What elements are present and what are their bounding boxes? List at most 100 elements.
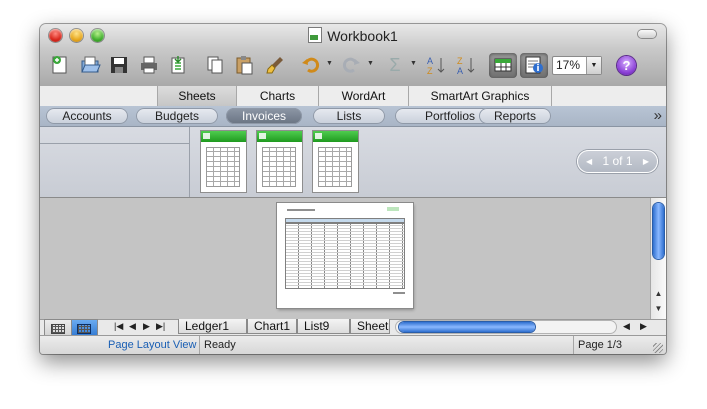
titlebar: Workbook1 ▼ ▼ Σ ▼ A Z Z A 17% ▼ ? xyxy=(40,24,666,87)
page-logo-mark xyxy=(387,207,399,211)
sheet-tab-chart1[interactable]: Chart1 xyxy=(247,319,297,334)
svg-text:Z: Z xyxy=(457,56,463,66)
next-sheet-arrow-icon[interactable]: ▶ xyxy=(143,321,150,332)
page-layout-view-icon xyxy=(77,324,91,334)
import-icon xyxy=(171,56,185,74)
undo-icon xyxy=(302,57,320,73)
redo-button[interactable] xyxy=(339,52,363,78)
sheet-tab-sheet1[interactable]: Sheet1 xyxy=(350,319,390,334)
page-preview[interactable] xyxy=(277,203,413,308)
brush-icon xyxy=(266,57,283,74)
toolbox-info-icon xyxy=(525,56,543,74)
gallery-category-bar: Accounts Budgets Invoices Lists Portfoli… xyxy=(40,106,666,127)
scroll-right-arrow-icon[interactable]: ▶ xyxy=(640,321,647,332)
paste-button[interactable] xyxy=(232,52,256,78)
new-document-icon xyxy=(52,56,67,74)
invoice-template-thumbnail[interactable] xyxy=(313,131,358,192)
page-indicator: Page 1/3 xyxy=(578,339,623,351)
excel-badge-icon xyxy=(201,131,246,142)
help-button[interactable]: ? xyxy=(617,56,636,75)
sheet-tab-list9[interactable]: List9 xyxy=(297,319,350,334)
ribbon-tab-bar: Sheets Charts WordArt SmartArt Graphics xyxy=(40,86,666,107)
import-button[interactable] xyxy=(166,52,190,78)
category-reports[interactable]: Reports xyxy=(479,108,551,124)
gallery-pager: ◀ 1 of 1 ▶ xyxy=(577,150,658,173)
spreadsheet-preview xyxy=(206,147,240,187)
excel-badge-icon xyxy=(257,131,302,142)
sort-ascending-icon: AZ xyxy=(427,56,445,76)
page-footer-mark xyxy=(393,292,405,294)
status-bar: Page Layout View Ready Page 1/3 xyxy=(40,335,666,354)
svg-text:A: A xyxy=(457,66,463,76)
window-title: Workbook1 xyxy=(40,27,666,44)
paste-clipboard-icon xyxy=(236,56,253,75)
printer-icon xyxy=(141,56,157,74)
autosum-button[interactable]: Σ xyxy=(383,52,407,78)
gallery-left-divider xyxy=(40,143,189,144)
save-icon xyxy=(111,57,127,73)
tab-smartart-graphics[interactable]: SmartArt Graphics xyxy=(409,86,552,106)
autosum-dropdown-icon[interactable]: ▼ xyxy=(410,60,418,67)
sheet-tab-ledger1[interactable]: Ledger1 (3) xyxy=(178,319,247,348)
pager-next-icon[interactable]: ▶ xyxy=(643,150,649,173)
page-table-grid xyxy=(285,223,405,289)
gallery-left-panel xyxy=(40,127,190,197)
svg-text:Z: Z xyxy=(427,66,433,76)
toolbox-button[interactable] xyxy=(522,52,546,78)
tab-charts[interactable]: Charts xyxy=(237,86,319,106)
spreadsheet-preview xyxy=(262,147,296,187)
view-mode-label: Page Layout View xyxy=(104,336,200,354)
last-sheet-arrow-icon[interactable]: ▶| xyxy=(156,321,165,332)
format-painter-button[interactable] xyxy=(263,52,287,78)
open-folder-icon xyxy=(81,56,101,73)
pager-previous-icon[interactable]: ◀ xyxy=(586,150,592,173)
excel-badge-icon xyxy=(313,131,358,142)
gallery-icon xyxy=(494,58,512,72)
redo-dropdown-icon[interactable]: ▼ xyxy=(367,60,375,67)
scroll-up-arrow-icon[interactable]: ▲ xyxy=(651,289,666,298)
vertical-scroll-thumb[interactable] xyxy=(653,203,664,259)
horizontal-scrollbar[interactable] xyxy=(395,320,617,334)
normal-view-icon xyxy=(51,324,65,334)
more-categories-chevron-icon[interactable]: » xyxy=(654,107,662,124)
undo-button[interactable] xyxy=(299,52,323,78)
gallery-toggle-button[interactable] xyxy=(491,52,515,78)
save-button[interactable] xyxy=(107,52,131,78)
vertical-scrollbar[interactable]: ▲ ▼ xyxy=(650,198,666,319)
zoom-select[interactable]: 17% ▼ xyxy=(552,56,602,75)
sort-ascending-button[interactable]: AZ xyxy=(424,52,448,78)
copy-icon xyxy=(207,56,223,74)
toolbar-toggle-button[interactable] xyxy=(638,30,656,38)
category-budgets[interactable]: Budgets xyxy=(136,108,218,124)
category-accounts[interactable]: Accounts xyxy=(46,108,128,124)
print-button[interactable] xyxy=(137,52,161,78)
copy-button[interactable] xyxy=(203,52,227,78)
category-invoices[interactable]: Invoices xyxy=(226,108,302,124)
invoice-template-thumbnail[interactable] xyxy=(201,131,246,192)
sigma-icon: Σ xyxy=(389,54,401,75)
horizontal-scroll-thumb[interactable] xyxy=(399,322,535,332)
tab-wordart[interactable]: WordArt xyxy=(319,86,409,106)
excel-window: Workbook1 ▼ ▼ Σ ▼ A Z Z A 17% ▼ ? Sheets… xyxy=(40,24,666,354)
sort-descending-button[interactable]: ZA xyxy=(454,52,478,78)
first-sheet-arrow-icon[interactable]: |◀ xyxy=(114,321,123,332)
page-title-mark xyxy=(287,209,315,211)
invoice-template-thumbnail[interactable] xyxy=(257,131,302,192)
sort-descending-icon: ZA xyxy=(457,56,475,76)
template-gallery: ◀ 1 of 1 ▶ xyxy=(40,127,666,198)
tab-sheets[interactable]: Sheets xyxy=(157,86,237,106)
workbook-icon xyxy=(308,27,323,43)
previous-sheet-arrow-icon[interactable]: ◀ xyxy=(129,321,136,332)
page-layout-canvas[interactable] xyxy=(40,198,650,319)
open-button[interactable] xyxy=(78,52,102,78)
resize-grip-icon[interactable] xyxy=(653,343,663,353)
scroll-down-arrow-icon[interactable]: ▼ xyxy=(651,304,666,313)
undo-dropdown-icon[interactable]: ▼ xyxy=(326,60,334,67)
spreadsheet-preview xyxy=(318,147,352,187)
status-text: Ready xyxy=(200,336,574,354)
zoom-dropdown-icon[interactable]: ▼ xyxy=(586,57,601,74)
category-lists[interactable]: Lists xyxy=(313,108,385,124)
new-workbook-button[interactable] xyxy=(48,52,72,78)
redo-icon xyxy=(342,57,360,73)
scroll-left-arrow-icon[interactable]: ◀ xyxy=(623,321,630,332)
